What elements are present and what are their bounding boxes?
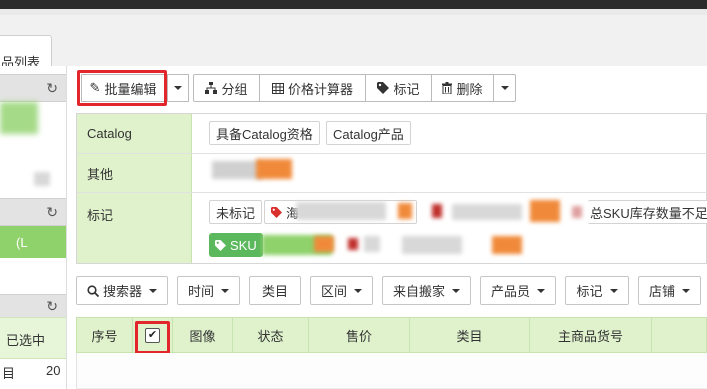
blurred-text [296, 202, 386, 220]
blurred-text [348, 238, 358, 250]
chevron-down-icon [354, 288, 362, 293]
filter-label-other: 其他 [77, 154, 192, 192]
filter-tag-sku-selected[interactable]: SKU [209, 233, 263, 257]
chevron-down-icon [149, 288, 157, 293]
searcher-label: 搜索器 [102, 284, 142, 299]
price-calculator-label: 价格计算器 [287, 81, 353, 97]
chevron-down-icon [452, 288, 460, 293]
sidebar-selected-header: 已选中 [6, 333, 46, 348]
refresh-icon[interactable]: ↻ [46, 298, 58, 315]
sidebar-item-label: (L [16, 235, 28, 250]
refresh-icon[interactable]: ↻ [46, 80, 58, 97]
product-staff-label: 产品员 [490, 284, 530, 299]
mark-filter-label: 标记 [576, 284, 603, 299]
tab-bar: 品列表 [0, 15, 707, 82]
blurred-filter-tag [256, 159, 292, 179]
sidebar-section-header-3: ↻ [0, 294, 66, 318]
sidebar-item-selected-group[interactable]: (L [0, 226, 66, 258]
search-icon [87, 284, 99, 297]
column-header-status[interactable]: 状态 [233, 317, 309, 353]
chevron-down-icon [221, 288, 229, 293]
batch-edit-dropdown-button[interactable] [167, 74, 189, 102]
chevron-down-icon [609, 288, 618, 293]
sidebar-section-header-2: ↻ [0, 198, 66, 226]
chevron-down-icon [174, 86, 182, 90]
source-move-label: 来自搬家 [392, 284, 445, 299]
blurred-text [452, 204, 522, 220]
delete-button[interactable]: 删除 [431, 74, 494, 102]
store-dropdown[interactable]: 店铺 [638, 276, 701, 305]
sidebar-row-label: 目 [2, 366, 16, 381]
store-label: 店铺 [648, 284, 675, 299]
filter-tag-catalog-product[interactable]: Catalog产品 [326, 121, 411, 145]
highlight-batch-edit [77, 70, 167, 106]
sidebar-blurred-item [34, 172, 50, 186]
more-dropdown-button[interactable] [493, 74, 516, 102]
tag-icon [215, 239, 226, 251]
time-dropdown[interactable]: 时间 [177, 276, 240, 305]
table-icon [271, 82, 284, 94]
group-button[interactable]: 分组 [193, 74, 260, 102]
sidebar-blurred-item [0, 102, 38, 134]
range-dropdown[interactable]: 区间 [310, 276, 373, 305]
column-header-category[interactable]: 类目 [410, 317, 530, 353]
blurred-text [432, 204, 442, 218]
blurred-text [364, 236, 380, 252]
sitemap-icon [205, 82, 218, 94]
sidebar-selected-panel: 已选中 [0, 317, 66, 359]
mark-dropdown[interactable]: 标记 [565, 276, 629, 305]
column-header-main-sku[interactable]: 主商品货号 [530, 317, 652, 353]
mark-label: 标记 [393, 81, 420, 97]
blurred-text [402, 236, 462, 254]
blurred-text [314, 236, 334, 252]
blurred-filter-tag [212, 161, 262, 179]
column-header-image[interactable]: 图像 [173, 317, 233, 353]
sidebar-section-header-1: ↻ [0, 74, 66, 102]
blurred-text [572, 206, 582, 218]
blurred-text [530, 200, 560, 222]
chevron-down-icon [682, 288, 690, 293]
price-calculator-button[interactable]: 价格计算器 [259, 74, 366, 102]
chevron-down-icon [500, 86, 509, 90]
category-label: 类目 [261, 284, 288, 299]
category-button[interactable]: 类目 [249, 276, 301, 305]
tag-icon [377, 82, 390, 94]
group-label: 分组 [221, 81, 248, 97]
filter-tag-catalog-eligible[interactable]: 具备Catalog资格 [209, 121, 320, 145]
searcher-dropdown[interactable]: 搜索器 [76, 276, 168, 305]
blurred-text [492, 236, 522, 254]
mark-button[interactable]: 标记 [365, 74, 432, 102]
filter-label-marks: 标记 [77, 193, 192, 263]
range-label: 区间 [320, 284, 347, 299]
product-staff-dropdown[interactable]: 产品员 [480, 276, 556, 305]
column-header-index[interactable]: 序号 [77, 317, 133, 353]
source-move-dropdown[interactable]: 来自搬家 [382, 276, 471, 305]
trash-icon [442, 82, 453, 94]
highlight-select-all [135, 321, 170, 354]
chevron-down-icon [537, 288, 545, 293]
blurred-text [398, 203, 412, 219]
refresh-icon[interactable]: ↻ [46, 204, 58, 221]
time-label: 时间 [187, 284, 214, 299]
window-top-bar [0, 0, 707, 9]
filter-label-catalog: Catalog [77, 114, 192, 153]
tag-icon [271, 206, 282, 218]
filter-tag-sku-stock-low[interactable]: 总SKU库存数量不足 [588, 200, 707, 224]
filter-tag-sku-label: SKU [230, 237, 257, 253]
filter-tag-unmarked[interactable]: 未标记 [209, 200, 263, 224]
delete-label: 删除 [456, 81, 483, 97]
column-header-price[interactable]: 售价 [309, 317, 410, 353]
sidebar-row-count: 20 [46, 363, 61, 378]
grid-body [76, 353, 707, 389]
